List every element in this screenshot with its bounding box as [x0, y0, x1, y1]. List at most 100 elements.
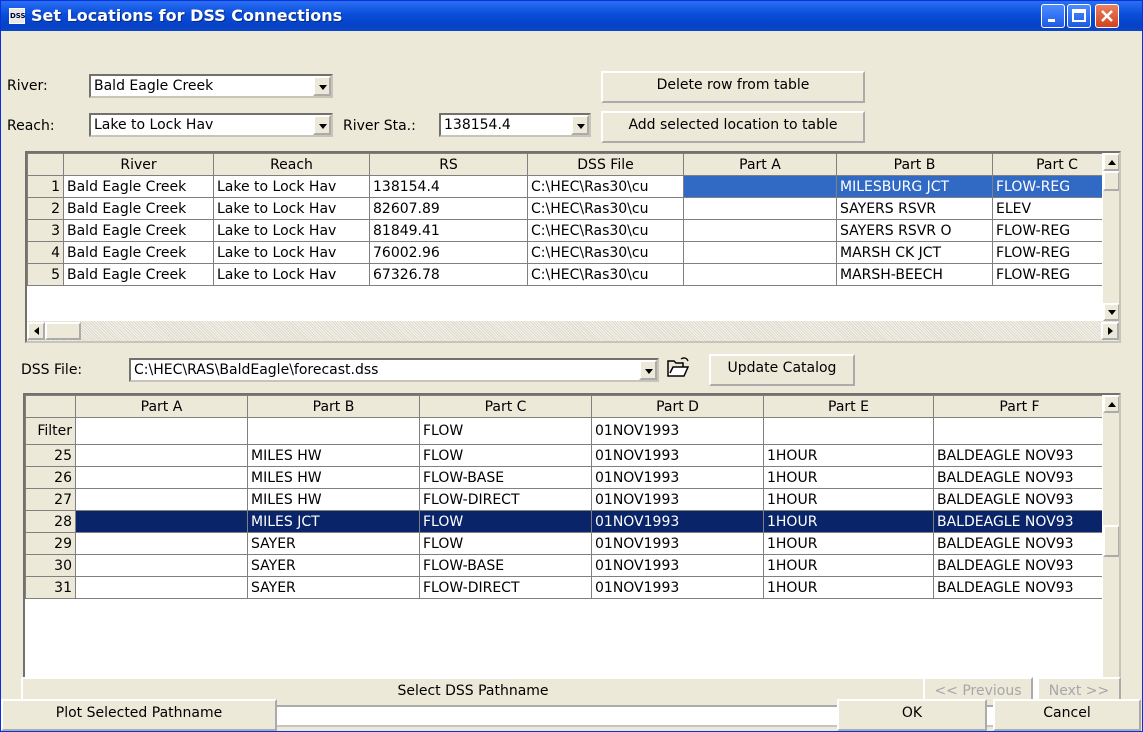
cancel-button[interactable]: Cancel — [993, 699, 1141, 731]
cell-part-b[interactable]: SAYERS RSVR O — [836, 219, 993, 242]
row-number[interactable]: 5 — [27, 263, 64, 286]
column-header-rs[interactable]: RS — [369, 153, 528, 176]
cell-part-a[interactable] — [683, 219, 837, 242]
cell-part-f[interactable]: BALDEAGLE NOV93 — [933, 510, 1106, 533]
river-station-dropdown-arrow[interactable] — [571, 115, 589, 135]
table-row[interactable]: 27 MILES HW FLOW-DIRECT 01NOV1993 1HOUR … — [25, 488, 1106, 511]
cell-rs[interactable]: 81849.41 — [369, 219, 528, 242]
column-header-part-a[interactable]: Part A — [75, 395, 248, 418]
cell-rs[interactable]: 138154.4 — [369, 175, 528, 198]
table-row[interactable]: 5 Bald Eagle Creek Lake to Lock Hav 6732… — [27, 263, 1119, 286]
catalog-vertical-scrollbar[interactable] — [1102, 395, 1119, 725]
delete-row-button[interactable]: Delete row from table — [601, 71, 865, 103]
cell-part-b[interactable]: MARSH-BEECH — [836, 263, 993, 286]
filter-part-a-input[interactable] — [75, 417, 248, 445]
cell-part-c[interactable]: FLOW-BASE — [419, 554, 592, 577]
cell-part-b[interactable]: MILESBURG JCT — [836, 175, 993, 198]
cell-part-d[interactable]: 01NOV1993 — [591, 466, 764, 489]
cell-part-a[interactable] — [75, 576, 248, 599]
cell-river[interactable]: Bald Eagle Creek — [63, 197, 214, 220]
row-number[interactable]: 25 — [25, 444, 76, 467]
cell-reach[interactable]: Lake to Lock Hav — [213, 175, 370, 198]
scroll-up-button[interactable] — [1103, 153, 1119, 171]
cell-part-a[interactable] — [683, 175, 837, 198]
table-row[interactable]: 4 Bald Eagle Creek Lake to Lock Hav 7600… — [27, 241, 1119, 264]
scroll-left-button[interactable] — [27, 322, 45, 340]
column-header-part-d[interactable]: Part D — [591, 395, 764, 418]
table-row[interactable]: 26 MILES HW FLOW-BASE 01NOV1993 1HOUR BA… — [25, 466, 1106, 489]
cell-part-b[interactable]: SAYER — [247, 576, 420, 599]
cell-part-b[interactable]: SAYER — [247, 554, 420, 577]
cell-reach[interactable]: Lake to Lock Hav — [213, 241, 370, 264]
locations-vertical-scrollbar[interactable] — [1102, 153, 1119, 321]
locations-horizontal-scrollbar[interactable] — [27, 321, 1119, 341]
close-button[interactable] — [1095, 4, 1119, 28]
minimize-button[interactable] — [1041, 4, 1065, 28]
dss-file-select[interactable]: C:\HEC\RAS\BaldEagle\forecast.dss — [129, 358, 659, 382]
cell-part-f[interactable]: BALDEAGLE NOV93 — [933, 576, 1106, 599]
cell-part-a[interactable] — [75, 488, 248, 511]
table-row[interactable]: 1 Bald Eagle Creek Lake to Lock Hav 1381… — [27, 175, 1119, 198]
row-number[interactable]: 29 — [25, 532, 76, 555]
scroll-thumb[interactable] — [45, 322, 81, 340]
cell-part-e[interactable]: 1HOUR — [763, 532, 934, 555]
cell-river[interactable]: Bald Eagle Creek — [63, 263, 214, 286]
cell-part-b[interactable]: MILES HW — [247, 488, 420, 511]
cell-part-f[interactable]: BALDEAGLE NOV93 — [933, 532, 1106, 555]
filter-row[interactable]: Filter FLOW 01NOV1993 — [25, 417, 1106, 445]
cell-part-c[interactable]: FLOW-DIRECT — [419, 488, 592, 511]
row-number[interactable]: 30 — [25, 554, 76, 577]
cell-part-f[interactable]: BALDEAGLE NOV93 — [933, 488, 1106, 511]
scroll-up-button[interactable] — [1103, 395, 1119, 413]
cell-part-e[interactable]: 1HOUR — [763, 466, 934, 489]
column-header-part-b[interactable]: Part B — [836, 153, 993, 176]
cell-part-f[interactable]: BALDEAGLE NOV93 — [933, 466, 1106, 489]
cell-part-c[interactable]: FLOW-DIRECT — [419, 576, 592, 599]
cell-part-a[interactable] — [75, 444, 248, 467]
scroll-thumb[interactable] — [1103, 171, 1119, 191]
table-row[interactable]: 25 MILES HW FLOW 01NOV1993 1HOUR BALDEAG… — [25, 444, 1106, 467]
cell-part-b[interactable]: MARSH CK JCT — [836, 241, 993, 264]
cell-part-a[interactable] — [75, 554, 248, 577]
cell-dss-file[interactable]: C:\HEC\Ras30\cu — [527, 241, 684, 264]
table-row-selected[interactable]: 28 MILES JCT FLOW 01NOV1993 1HOUR BALDEA… — [25, 510, 1106, 533]
river-station-select[interactable]: 138154.4 — [439, 113, 591, 137]
cell-part-d[interactable]: 01NOV1993 — [591, 576, 764, 599]
cell-part-a[interactable] — [75, 510, 248, 533]
cell-part-a[interactable] — [683, 241, 837, 264]
river-select[interactable]: Bald Eagle Creek — [89, 74, 333, 98]
cell-part-f[interactable]: BALDEAGLE NOV93 — [933, 554, 1106, 577]
cell-river[interactable]: Bald Eagle Creek — [63, 241, 214, 264]
row-number[interactable]: 3 — [27, 219, 64, 242]
column-header-part-b[interactable]: Part B — [247, 395, 420, 418]
column-header-river[interactable]: River — [63, 153, 214, 176]
dss-file-dropdown-arrow[interactable] — [639, 360, 657, 380]
cell-part-b[interactable]: MILES HW — [247, 466, 420, 489]
table-row[interactable]: 29 SAYER FLOW 01NOV1993 1HOUR BALDEAGLE … — [25, 532, 1106, 555]
filter-part-c-input[interactable]: FLOW — [419, 417, 592, 445]
cell-reach[interactable]: Lake to Lock Hav — [213, 263, 370, 286]
reach-dropdown-arrow[interactable] — [313, 115, 331, 135]
column-header-part-f[interactable]: Part F — [933, 395, 1106, 418]
column-header-dss-file[interactable]: DSS File — [527, 153, 684, 176]
cell-part-c[interactable]: FLOW — [419, 444, 592, 467]
cell-part-a[interactable] — [75, 532, 248, 555]
cell-part-c[interactable]: FLOW — [419, 510, 592, 533]
cell-reach[interactable]: Lake to Lock Hav — [213, 219, 370, 242]
filter-part-b-input[interactable] — [247, 417, 420, 445]
cell-part-b[interactable]: MILES JCT — [247, 510, 420, 533]
row-number[interactable]: 27 — [25, 488, 76, 511]
table-row[interactable]: 3 Bald Eagle Creek Lake to Lock Hav 8184… — [27, 219, 1119, 242]
title-bar[interactable]: DSS Set Locations for DSS Connections — [1, 1, 1142, 31]
ok-button[interactable]: OK — [837, 699, 987, 731]
locations-table[interactable]: River Reach RS DSS File Part A Part B Pa… — [25, 151, 1121, 343]
cell-part-b[interactable]: SAYERS RSVR — [836, 197, 993, 220]
cell-rs[interactable]: 67326.78 — [369, 263, 528, 286]
cell-part-e[interactable]: 1HOUR — [763, 510, 934, 533]
row-number[interactable]: 28 — [25, 510, 76, 533]
cell-rs[interactable]: 82607.89 — [369, 197, 528, 220]
cell-rs[interactable]: 76002.96 — [369, 241, 528, 264]
cell-dss-file[interactable]: C:\HEC\Ras30\cu — [527, 175, 684, 198]
table-row[interactable]: 31 SAYER FLOW-DIRECT 01NOV1993 1HOUR BAL… — [25, 576, 1106, 599]
cell-part-d[interactable]: 01NOV1993 — [591, 532, 764, 555]
